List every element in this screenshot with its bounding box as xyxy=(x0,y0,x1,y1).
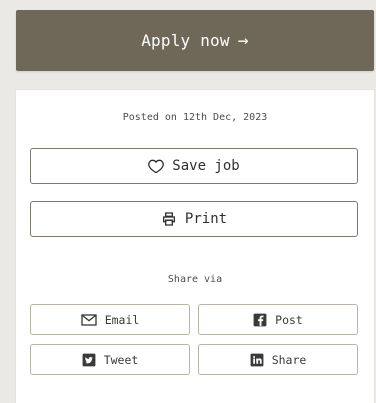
job-actions-card: Posted on 12th Dec, 2023 Save job Print … xyxy=(16,90,374,403)
share-facebook-label: Post xyxy=(275,312,303,327)
twitter-icon xyxy=(82,353,96,366)
arrow-right-icon: → xyxy=(237,29,249,51)
share-twitter-label: Tweet xyxy=(103,352,139,367)
print-label: Print xyxy=(184,211,228,227)
printer-icon xyxy=(162,212,175,226)
save-job-button[interactable]: Save job xyxy=(30,148,358,184)
email-icon xyxy=(81,313,97,326)
heart-icon xyxy=(148,159,165,173)
share-linkedin-button[interactable]: Share xyxy=(198,344,358,375)
share-via-label: Share via xyxy=(167,274,223,285)
print-button[interactable]: Print xyxy=(30,201,358,237)
apply-now-label: Apply now xyxy=(141,31,230,50)
share-email-label: Email xyxy=(104,312,140,327)
share-twitter-button[interactable]: Tweet xyxy=(30,344,190,375)
apply-now-button[interactable]: Apply now → xyxy=(16,10,374,71)
share-email-button[interactable]: Email xyxy=(30,304,190,335)
share-facebook-button[interactable]: Post xyxy=(198,304,358,335)
share-linkedin-label: Share xyxy=(271,352,307,367)
save-job-label: Save job xyxy=(172,158,240,174)
posted-date: Posted on 12th Dec, 2023 xyxy=(122,112,268,123)
facebook-icon xyxy=(253,313,267,326)
linkedin-icon xyxy=(250,353,264,366)
